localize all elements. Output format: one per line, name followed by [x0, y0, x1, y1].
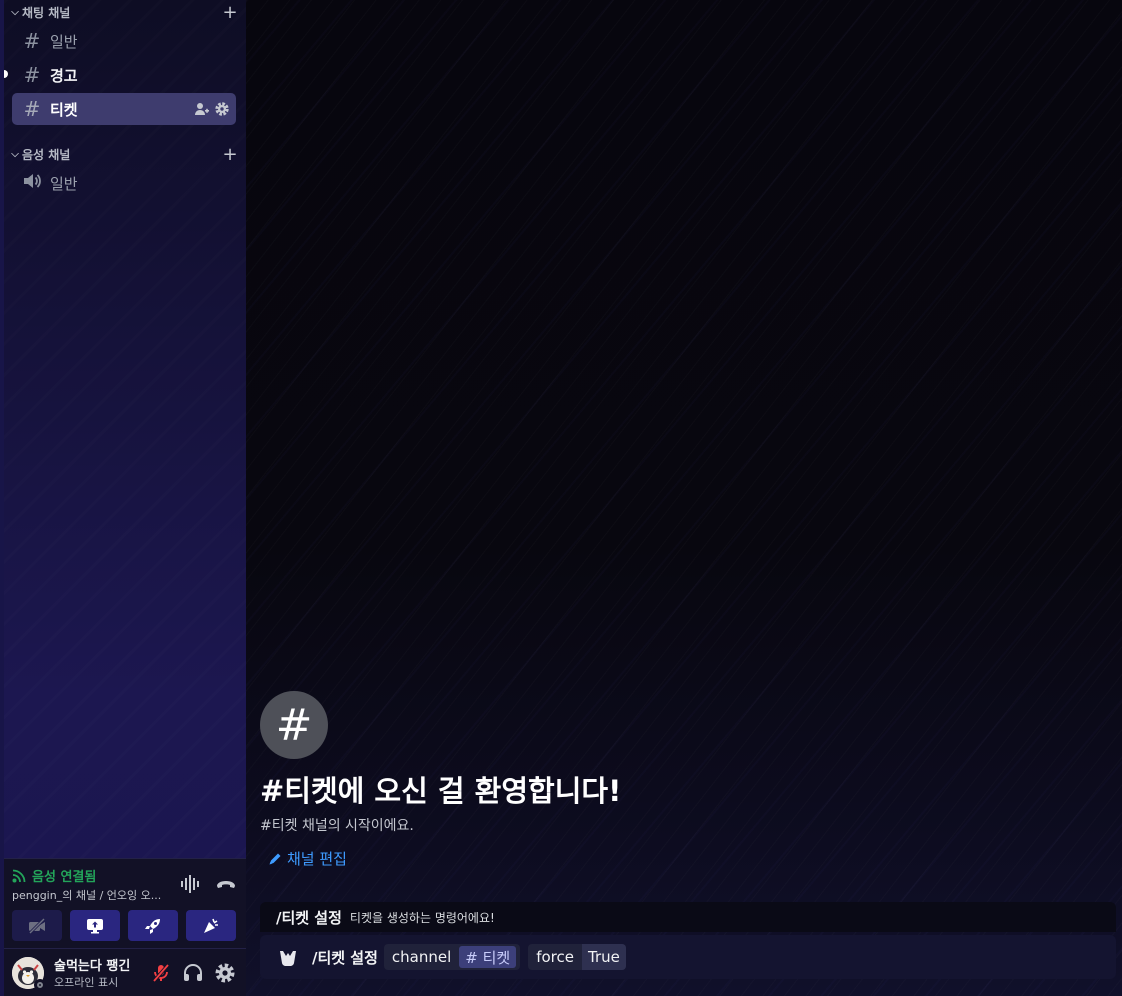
gear-icon[interactable]: [214, 101, 230, 117]
activity-button[interactable]: [128, 910, 178, 941]
invite-member-icon[interactable]: [194, 101, 210, 117]
composer-command: /티켓 설정: [312, 948, 378, 967]
sidebar-channel-ticket[interactable]: # 티켓: [12, 93, 236, 125]
activity-rocket-icon: [145, 918, 160, 934]
soundboard-icon: [204, 918, 218, 933]
suggestion-description: 티켓을 생성하는 명령어에요!: [349, 910, 495, 925]
welcome-subtitle: #티켓 채널의 시작이에요.: [260, 818, 414, 834]
chevron-down-icon: ⌵: [11, 6, 19, 18]
edit-channel-label: 채널 편집: [287, 850, 347, 868]
unread-indicator: [4, 70, 8, 78]
hashtag-icon: #: [23, 97, 41, 121]
option-key: force: [536, 948, 574, 966]
channel-sidebar: ⌵ 채팅 채널 + # 일반 # 경고 # 티켓 ⌵ 음성 채널 + 일반 음성…: [0, 0, 246, 996]
app-window: ⌵ 채팅 채널 + # 일반 # 경고 # 티켓 ⌵ 음성 채널 + 일반 음성…: [0, 0, 1122, 996]
headphones-icon[interactable]: [182, 962, 204, 984]
sidebar-channel-general[interactable]: # 일반: [12, 25, 236, 57]
chevron-down-icon: ⌵: [11, 148, 19, 160]
option-value: True: [581, 944, 626, 970]
channel-name: 티켓: [50, 100, 78, 119]
hashtag-icon: #: [23, 29, 41, 53]
screen-share-button[interactable]: [70, 910, 120, 941]
sidebar-channel-warning[interactable]: # 경고: [12, 59, 236, 91]
sidebar-voice-channel-general[interactable]: 일반: [12, 167, 236, 199]
speaker-icon: [20, 171, 44, 195]
channel-hashtag-icon: #: [260, 691, 328, 759]
pencil-icon: [269, 853, 281, 864]
user-panel: 술먹는다 팽긴 오프라인 표시: [4, 948, 246, 996]
noise-suppression-icon[interactable]: [180, 875, 200, 893]
option-force[interactable]: force True: [528, 944, 626, 970]
edit-channel-link[interactable]: 채널 편집: [268, 848, 347, 869]
camera-off-button[interactable]: [12, 910, 62, 941]
disconnect-icon[interactable]: [216, 875, 236, 893]
screen-share-icon: [87, 918, 103, 933]
channel-name: 일반: [50, 174, 78, 193]
hashtag-icon: #: [23, 63, 41, 87]
username: 술먹는다 팽긴: [54, 959, 131, 974]
voice-controls: [180, 875, 236, 893]
voice-action-buttons: [12, 910, 236, 941]
option-key: channel: [391, 948, 452, 966]
voice-channel-path[interactable]: penggin_의 채널 / 언오잉 오...: [12, 887, 162, 903]
camera-off-icon: [28, 917, 46, 934]
user-status: 오프라인 표시: [54, 976, 119, 989]
gear-icon[interactable]: [214, 962, 236, 984]
suggestion-command: /티켓 설정: [276, 908, 342, 927]
user-info[interactable]: 술먹는다 팽긴 오프라인 표시: [54, 955, 138, 990]
category-voice-channels[interactable]: ⌵ 음성 채널 +: [8, 142, 240, 166]
channel-name: 일반: [50, 32, 78, 51]
voice-status[interactable]: 음성 연결됨: [12, 866, 96, 885]
add-channel-icon[interactable]: +: [220, 2, 240, 23]
category-text-channels[interactable]: ⌵ 채팅 채널 +: [8, 0, 240, 24]
message-composer[interactable]: /티켓 설정 channel # 티켓 force True: [260, 935, 1116, 979]
mic-muted-icon[interactable]: [150, 962, 172, 984]
chat-main: # #티켓에 오신 걸 환영합니다! #티켓 채널의 시작이에요. 채널 편집 …: [246, 0, 1122, 996]
signal-icon: [12, 869, 26, 882]
option-channel[interactable]: channel # 티켓: [383, 944, 521, 970]
add-channel-icon[interactable]: +: [220, 144, 240, 165]
soundboard-button[interactable]: [186, 910, 236, 941]
channel-actions: [194, 101, 236, 117]
bot-app-icon: [276, 945, 300, 969]
channel-name: 경고: [50, 66, 78, 85]
channel-mention-value: # 티켓: [459, 946, 517, 968]
voice-status-label: 음성 연결됨: [32, 870, 97, 885]
offline-status-indicator: [34, 979, 46, 991]
user-controls: [150, 962, 246, 984]
category-label: 채팅 채널: [22, 5, 71, 20]
category-label: 음성 채널: [22, 147, 71, 162]
voice-connection-panel: 음성 연결됨 penggin_의 채널 / 언오잉 오...: [4, 858, 246, 948]
command-suggestion[interactable]: /티켓 설정 티켓을 생성하는 명령어에요!: [260, 902, 1116, 932]
welcome-title: #티켓에 오신 걸 환영합니다!: [260, 774, 622, 808]
